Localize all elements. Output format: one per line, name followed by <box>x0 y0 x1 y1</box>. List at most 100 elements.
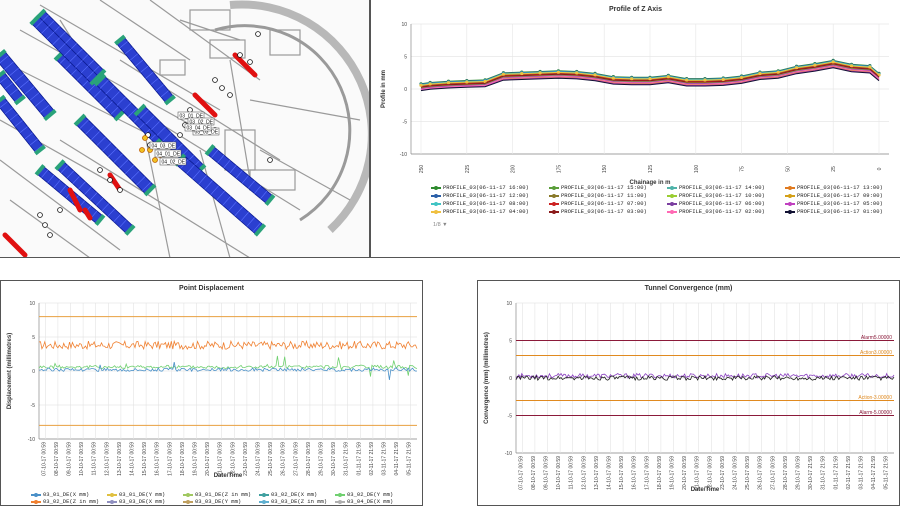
prism-marker <box>237 52 243 58</box>
displacement-legend: 03_01_DE(X mm) 03_01_DE(Y mm) 03_01_DE(Z i… <box>31 491 421 505</box>
y-tick-label: 10 <box>29 301 35 307</box>
legend-item[interactable]: PROFILE_03(06-11-17 01:00) <box>785 208 883 215</box>
legend-swatch <box>549 209 559 214</box>
x-tick-label: 30-10-17 00:59 <box>331 442 337 476</box>
profile-point <box>556 70 560 74</box>
profile-point <box>538 71 542 75</box>
legend-label: PROFILE_03(06-11-17 13:00) <box>797 184 883 191</box>
legend-label: 03_02_DE(X mm) <box>271 491 318 498</box>
y-tick-label: 10 <box>506 301 512 307</box>
legend-item[interactable]: PROFILE_03(06-11-17 05:00) <box>785 200 883 207</box>
legend-item[interactable]: PROFILE_03(06-11-17 02:00) <box>667 208 765 215</box>
legend-item[interactable]: PROFILE_03(06-11-17 14:00) <box>667 184 765 191</box>
prism-marker <box>42 222 48 228</box>
legend-item[interactable]: PROFILE_03(06-11-17 11:00) <box>549 192 647 199</box>
x-tick-label: 21-10-17 00:59 <box>695 456 701 490</box>
x-tick-label: 05-11-17 21:59 <box>407 442 413 476</box>
profile-point <box>501 72 506 76</box>
x-tick-label: 20-10-17 00:59 <box>682 456 688 490</box>
legend-item[interactable]: PROFILE_03(06-11-17 06:00) <box>667 200 765 207</box>
profile-point <box>446 81 451 85</box>
legend-item[interactable]: PROFILE_03(06-11-17 12:00) <box>431 192 529 199</box>
legend-swatch <box>31 492 41 497</box>
threshold-label: Action3.00000 <box>860 350 892 356</box>
legend-swatch <box>431 201 441 206</box>
legend-item[interactable]: 03_01_DE(X mm) <box>31 491 89 498</box>
legend-swatch <box>785 185 795 190</box>
legend-label: PROFILE_03(06-11-17 03:00) <box>561 208 647 215</box>
x-tick-label: 21-10-17 00:59 <box>218 442 224 476</box>
x-tick-label: 07-10-17 00:59 <box>41 442 47 476</box>
legend-item[interactable]: PROFILE_03(06-11-17 08:00) <box>431 200 529 207</box>
x-tick-label: 08-10-17 00:59 <box>531 456 537 490</box>
legend-item[interactable]: 03_02_DE(X mm) <box>259 491 317 498</box>
x-tick-label: 150 <box>602 165 608 174</box>
alert-marker <box>139 147 145 153</box>
x-tick-label: 01-11-17 21:59 <box>833 456 839 490</box>
y-axis-label: Profile in mm <box>381 70 387 108</box>
map-panel[interactable]: 03_01_DE 03_02_DE 03_03_DE 03_04_DE 04_03_DE… <box>0 0 370 258</box>
legend-item[interactable]: PROFILE_03(06-11-17 15:00) <box>549 184 647 191</box>
tunnel-map[interactable]: 03_01_DE03_02_DE03_03_DE03_04_DE04_03_DE… <box>0 0 370 258</box>
legend-item[interactable]: 03_03_DE(Y mm) <box>183 498 241 505</box>
legend-label: PROFILE_03(06-11-17 12:00) <box>443 192 529 199</box>
x-tick-label: 04-11-17 21:59 <box>871 456 877 490</box>
legend-pager[interactable]: 1/8 ▼ <box>433 222 448 228</box>
profile-plot: 1050-5-10250 225 200 175 150 125 100 75 50 25 0Pro… <box>381 22 889 186</box>
threshold-label: Alarm-5.00000 <box>859 410 892 416</box>
profile-point <box>666 75 670 79</box>
legend-item[interactable]: PROFILE_03(06-11-17 09:00) <box>785 192 883 199</box>
profile-point <box>648 77 652 81</box>
legend-item[interactable]: 03_02_DE(Z in mm) <box>31 498 99 505</box>
legend-item[interactable]: PROFILE_03(06-11-17 16:00) <box>431 184 529 191</box>
x-tick-label: 11-10-17 00:59 <box>569 456 575 490</box>
legend-item[interactable]: 03_02_DE(Y mm) <box>335 491 393 498</box>
legend-label: 03_03_DE(Z in mm) <box>271 498 328 505</box>
legend-item[interactable]: PROFILE_03(06-11-17 10:00) <box>667 192 765 199</box>
y-axis-label: Displacement (millimetres) <box>7 333 13 409</box>
x-tick-label: 18-10-17 00:59 <box>180 442 186 476</box>
x-tick-label: 19-10-17 00:59 <box>670 456 676 490</box>
profile-legend: PROFILE_03(06-11-17 16:00) PROFILE_03(06-… <box>431 184 891 234</box>
x-tick-label: 13-10-17 00:59 <box>117 442 123 476</box>
legend-item[interactable]: PROFILE_03(06-11-17 07:00) <box>549 200 647 207</box>
profile-point <box>758 72 762 76</box>
profile-point <box>611 76 615 80</box>
legend-item[interactable]: 03_01_DE(Y mm) <box>107 491 165 498</box>
legend-item[interactable]: 03_03_DE(X mm) <box>107 498 165 505</box>
prism-marker <box>247 59 253 65</box>
legend-item[interactable]: PROFILE_03(06-11-17 04:00) <box>431 208 529 215</box>
legend-swatch <box>785 209 795 214</box>
legend-item[interactable]: PROFILE_03(06-11-17 13:00) <box>785 184 883 191</box>
y-tick-label: -5 <box>31 403 36 409</box>
x-tick-label: 0 <box>877 167 883 170</box>
x-tick-label: 25-10-17 00:59 <box>268 442 274 476</box>
legend-label: PROFILE_03(06-11-17 04:00) <box>443 208 529 215</box>
y-tick-label: 5 <box>404 55 407 61</box>
x-tick-label: 10-10-17 00:59 <box>556 456 562 490</box>
x-tick-label: 250 <box>419 165 425 174</box>
profile-point <box>703 78 707 82</box>
legend-item[interactable]: 03_01_DE(Z in mm) <box>183 491 251 498</box>
prism-marker <box>267 157 273 163</box>
legend-item[interactable]: 03_03_DE(Z in mm) <box>259 498 327 505</box>
legend-item[interactable]: PROFILE_03(06-11-17 03:00) <box>549 208 647 215</box>
legend-item[interactable]: 03_04_DE(X mm) <box>335 498 393 505</box>
x-tick-label: 23-10-17 00:59 <box>720 456 726 490</box>
prism-marker <box>107 177 113 183</box>
legend-swatch <box>667 193 677 198</box>
legend-label: PROFILE_03(06-11-17 09:00) <box>797 192 883 199</box>
legend-label: PROFILE_03(06-11-17 16:00) <box>443 184 529 191</box>
x-tick-label: 28-10-17 00:59 <box>306 442 312 476</box>
y-tick-label: 5 <box>32 335 35 341</box>
prism-marker <box>47 232 53 238</box>
point-label: 04_03_DE <box>152 144 176 150</box>
profile-point <box>520 72 524 76</box>
x-tick-label: 15-10-17 00:59 <box>142 442 148 476</box>
x-tick-label: 14-10-17 00:59 <box>607 456 613 490</box>
legend-swatch <box>549 193 559 198</box>
profile-point <box>721 77 725 82</box>
x-tick-label: 05-11-17 21:59 <box>884 456 890 490</box>
legend-swatch <box>431 209 441 214</box>
x-tick-label: 125 <box>648 165 654 174</box>
